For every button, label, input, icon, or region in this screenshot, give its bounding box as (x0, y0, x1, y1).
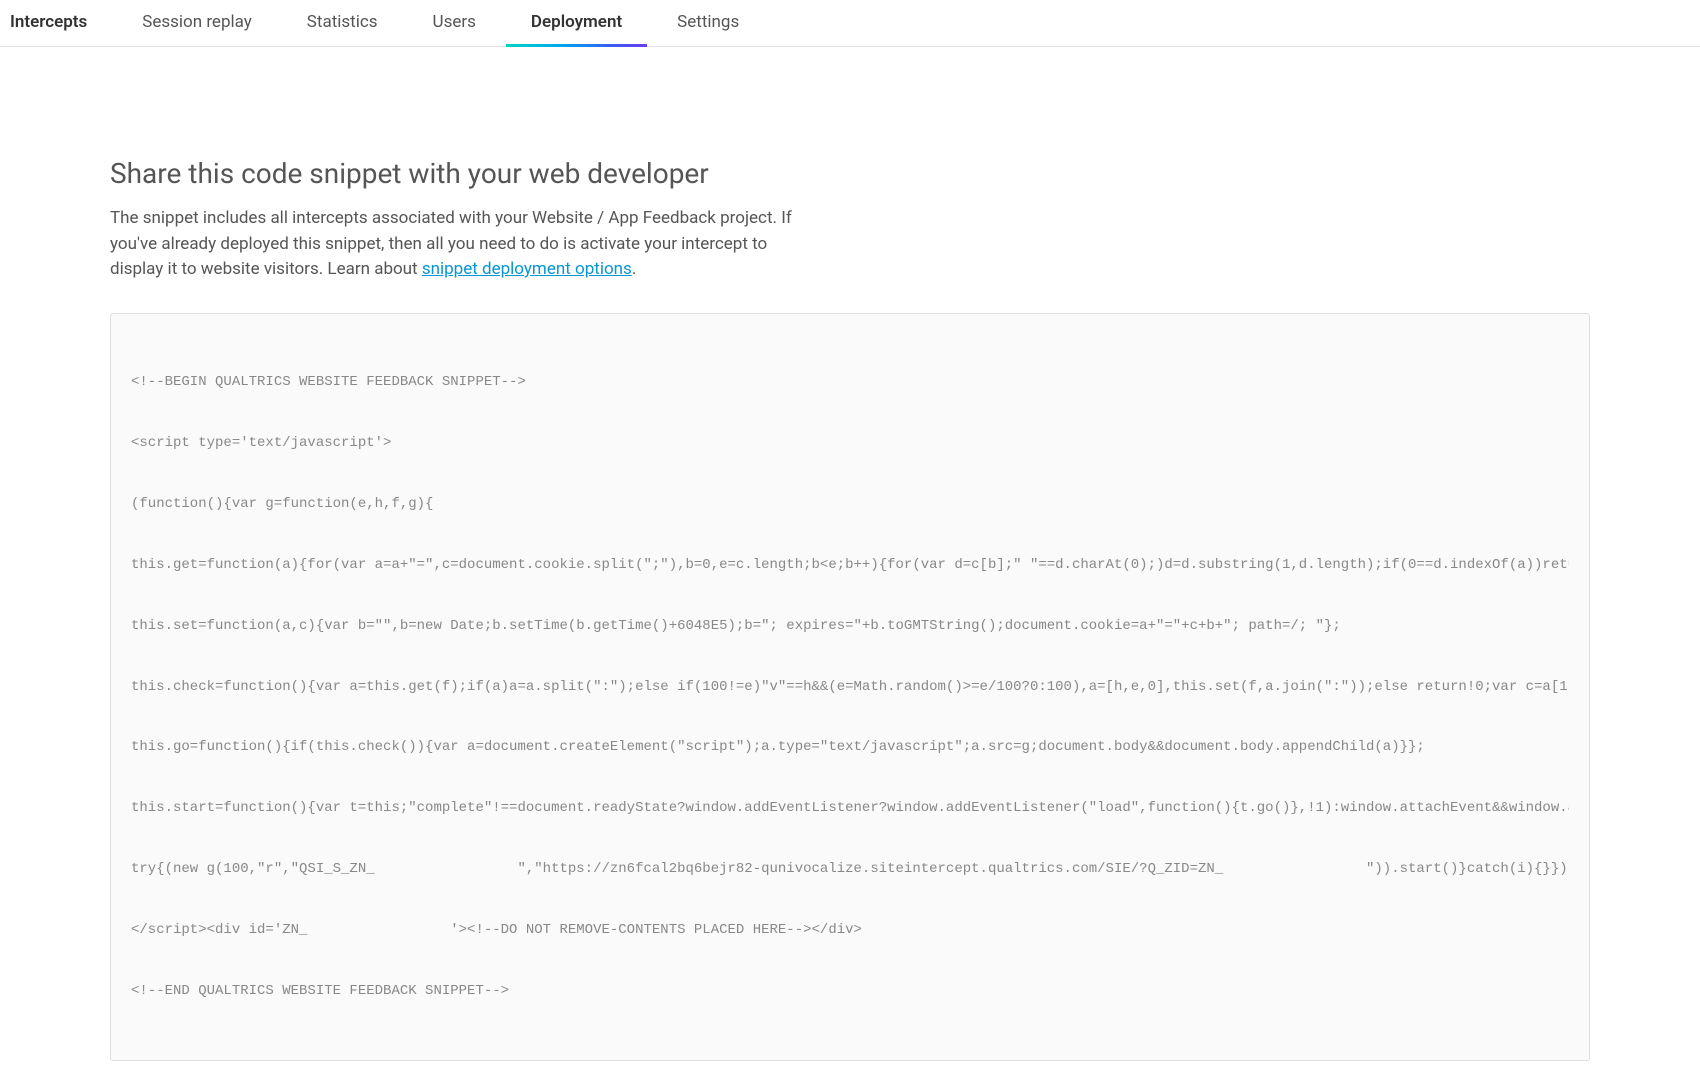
tab-settings[interactable]: Settings (677, 0, 739, 46)
code-line: this.start=function(){var t=this;"comple… (131, 798, 1569, 818)
tab-intercepts[interactable]: Intercepts (10, 0, 87, 46)
description-post: . (632, 259, 636, 279)
tab-statistics[interactable]: Statistics (307, 0, 378, 46)
main-tabs: Intercepts Session replay Statistics Use… (0, 0, 1700, 47)
code-line: this.go=function(){if(this.check()){var … (131, 737, 1569, 757)
code-line: try{(new g(100,"r","QSI_S_ZN_ ","https:/… (131, 859, 1569, 879)
tab-users[interactable]: Users (433, 0, 476, 46)
description-text: The snippet includes all intercepts asso… (110, 206, 820, 283)
code-line: <!--BEGIN QUALTRICS WEBSITE FEEDBACK SNI… (131, 372, 1569, 392)
code-line: <script type='text/javascript'> (131, 433, 1569, 453)
code-snippet-block[interactable]: <!--BEGIN QUALTRICS WEBSITE FEEDBACK SNI… (110, 313, 1590, 1061)
snippet-options-link[interactable]: snippet deployment options (422, 259, 632, 279)
tab-deployment[interactable]: Deployment (531, 0, 622, 46)
page-title: Share this code snippet with your web de… (110, 157, 1490, 190)
tab-session-replay[interactable]: Session replay (142, 0, 252, 46)
code-line: this.get=function(a){for(var a=a+"=",c=d… (131, 555, 1569, 575)
code-line: this.set=function(a,c){var b="",b=new Da… (131, 616, 1569, 636)
code-line: </script><div id='ZN_ '><!--DO NOT REMOV… (131, 920, 1569, 940)
content-area: Share this code snippet with your web de… (0, 47, 1600, 1068)
code-line: <!--END QUALTRICS WEBSITE FEEDBACK SNIPP… (131, 981, 1569, 1001)
code-line: this.check=function(){var a=this.get(f);… (131, 677, 1569, 697)
code-line: (function(){var g=function(e,h,f,g){ (131, 494, 1569, 514)
